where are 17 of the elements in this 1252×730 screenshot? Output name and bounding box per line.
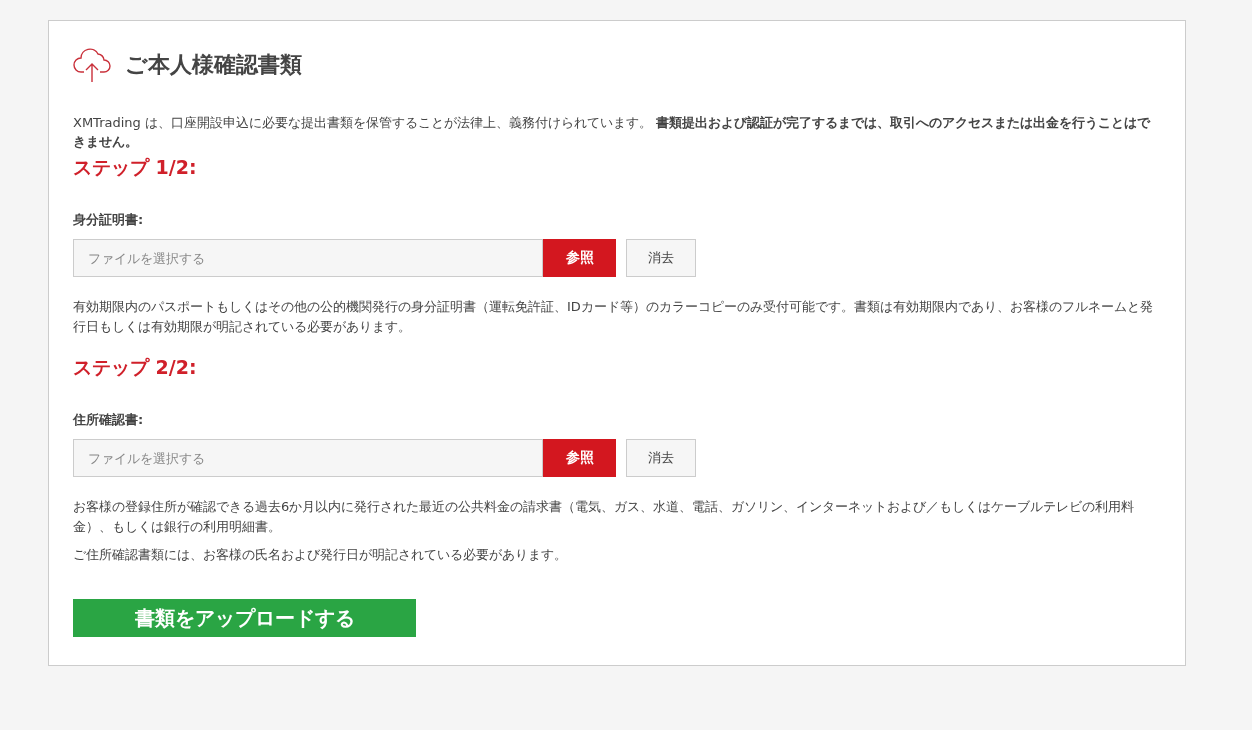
intro-text: XMTrading は、口座開設申込に必要な提出書類を保管することが法律上、義務付けられています。 書類提出および認証が完了するまでは、取引へのアクセスまたは出金を行うことはできません。 xyxy=(73,114,1152,151)
clear-button[interactable]: 消去 xyxy=(626,439,696,477)
page-title: ご本人様確認書類 xyxy=(125,51,302,79)
cloud-upload-icon xyxy=(73,47,111,83)
step-heading: ステップ 2/2: xyxy=(73,355,198,380)
field-label: 身分証明書: xyxy=(73,211,145,229)
note-text: 有効期限内のパスポートもしくはその他の公的機関発行の身分証明書（運転免許証、IDカード等）のカラーコピーのみ受付可能です。書類は有効期限内であり、お客様のフルネームと発行日もしくは有効期限が明記されている必要があります。 xyxy=(73,298,1154,336)
clear-button[interactable]: 消去 xyxy=(626,239,696,277)
upload-button[interactable]: 書類をアップロードする xyxy=(73,599,416,637)
file-field[interactable]: ファイルを選択する xyxy=(73,439,543,477)
file-field[interactable]: ファイルを選択する xyxy=(73,239,543,277)
note-text: お客様の登録住所が確認できる過去6か月以内に発行された最近の公共料金の請求書（電気、ガス、水道、電話、ガソリン、インターネットおよび／もしくはケーブルテレビの利用料金）、もしくは銀行の利用明細書。 xyxy=(73,498,1136,536)
browse-button[interactable]: 参照 xyxy=(543,239,616,277)
step-heading: ステップ 1/2: xyxy=(73,155,198,180)
browse-button[interactable]: 参照 xyxy=(543,439,616,477)
note-text: ご住所確認書類には、お客様の氏名および発行日が明記されている必要があります。 xyxy=(73,546,568,564)
field-label: 住所確認書: xyxy=(73,411,145,429)
